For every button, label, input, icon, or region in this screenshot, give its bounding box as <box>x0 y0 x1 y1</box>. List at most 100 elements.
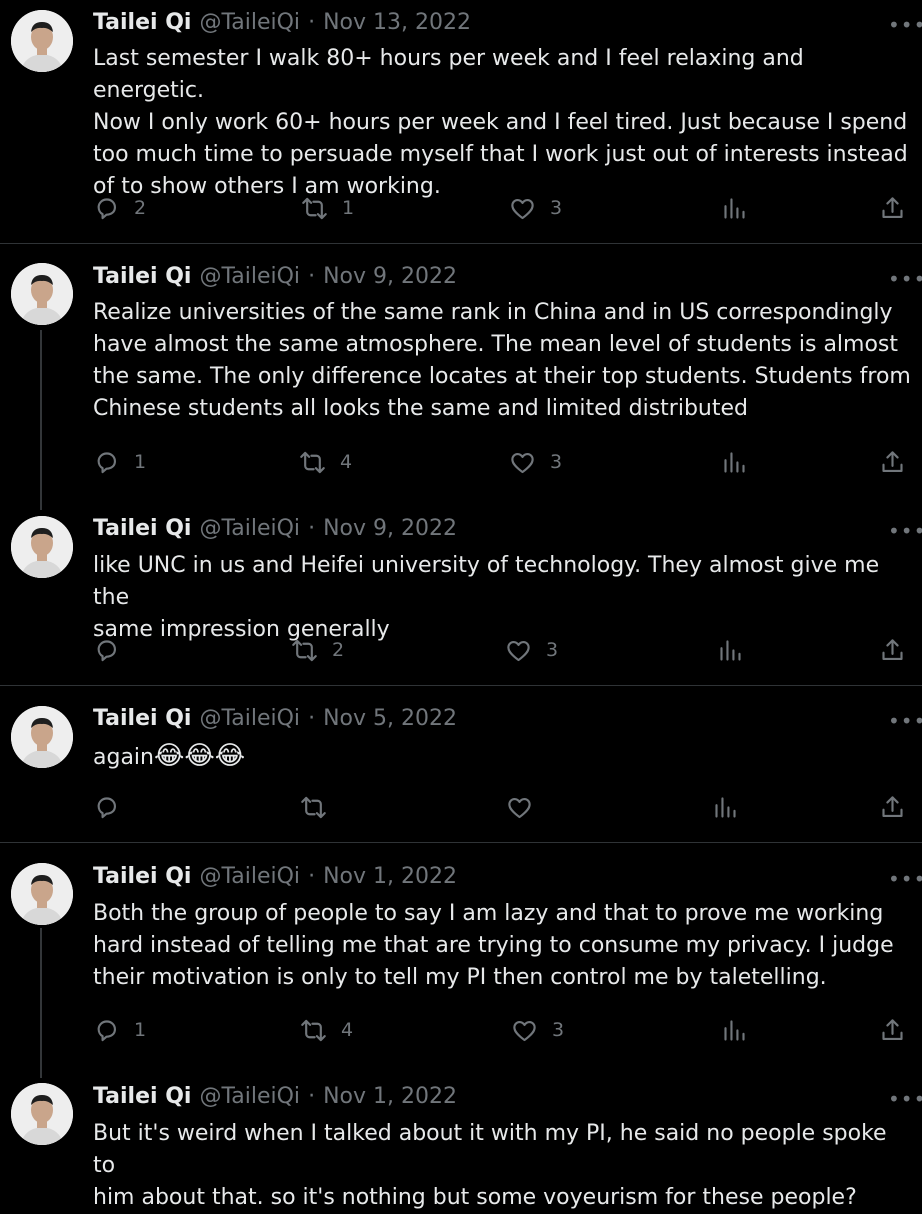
retweet-arrows-icon <box>300 451 325 473</box>
separator-dot: · <box>308 264 316 289</box>
avatar[interactable] <box>11 1083 73 1145</box>
avatar[interactable] <box>11 263 73 325</box>
thread-connector <box>40 330 42 510</box>
reply-button[interactable]: 1 <box>93 447 146 477</box>
bar-chart-icon <box>720 639 741 661</box>
display-name[interactable]: Tailei Qi <box>93 1084 191 1109</box>
reply-button[interactable] <box>93 792 134 822</box>
bar-chart-icon <box>724 197 745 219</box>
thread-connector <box>40 928 42 1078</box>
tweet-header: Tailei Qi @TaileiQi · Nov 5, 2022 <box>93 706 457 736</box>
reply-button[interactable] <box>93 635 134 665</box>
more-options-icon[interactable]: ••• <box>888 1089 922 1114</box>
action-bar <box>93 792 913 822</box>
tweet-header: Tailei Qi @TaileiQi · Nov 1, 2022 <box>93 1084 457 1114</box>
tweet-date[interactable]: Nov 1, 2022 <box>323 1084 457 1109</box>
avatar[interactable] <box>11 863 73 925</box>
separator-dot: · <box>308 516 316 541</box>
retweet-arrows-icon <box>302 197 327 219</box>
more-options-icon[interactable]: ••• <box>888 269 922 294</box>
tweet-header: Tailei Qi @TaileiQi · Nov 1, 2022 <box>93 864 457 894</box>
reply-button[interactable]: 1 <box>93 1015 146 1045</box>
tweet-divider <box>0 842 922 843</box>
retweet-count: 4 <box>340 451 353 473</box>
retweet-count: 4 <box>341 1019 354 1041</box>
share-upload-icon <box>882 450 903 472</box>
retweet-button[interactable]: 4 <box>300 1015 353 1045</box>
avatar-photo-icon <box>11 10 73 72</box>
retweet-button[interactable]: 4 <box>299 447 352 477</box>
more-options-icon[interactable]: ••• <box>888 15 922 40</box>
heart-icon <box>513 1020 536 1041</box>
avatar-photo-icon <box>11 1083 73 1145</box>
display-name[interactable]: Tailei Qi <box>93 264 191 289</box>
like-count: 3 <box>550 451 563 473</box>
share-button[interactable] <box>879 193 906 223</box>
user-handle[interactable]: @TaileiQi <box>199 516 300 541</box>
tweet-header: Tailei Qi @TaileiQi · Nov 13, 2022 <box>93 10 471 40</box>
tweet-date[interactable]: Nov 1, 2022 <box>323 864 457 889</box>
tweet-date[interactable]: Nov 9, 2022 <box>323 264 457 289</box>
views-button[interactable] <box>712 792 753 822</box>
views-button[interactable] <box>721 1015 762 1045</box>
retweet-count: 1 <box>342 197 355 219</box>
user-handle[interactable]: @TaileiQi <box>199 264 300 289</box>
display-name[interactable]: Tailei Qi <box>93 10 191 35</box>
speech-bubble-icon <box>97 796 117 818</box>
tweet-text: like UNC in us and Heifei university of … <box>93 553 880 642</box>
speech-bubble-icon <box>97 451 117 473</box>
retweet-button[interactable]: 1 <box>301 193 354 223</box>
share-button[interactable] <box>879 447 906 477</box>
heart-icon <box>511 198 534 219</box>
user-handle[interactable]: @TaileiQi <box>199 864 300 889</box>
heart-icon <box>508 797 531 818</box>
tweet-divider <box>0 243 922 244</box>
reply-count: 1 <box>134 451 147 473</box>
share-upload-icon <box>882 196 903 218</box>
user-handle[interactable]: @TaileiQi <box>199 706 300 731</box>
separator-dot: · <box>308 864 316 889</box>
more-options-icon[interactable]: ••• <box>888 521 922 546</box>
avatar[interactable] <box>11 10 73 72</box>
display-name[interactable]: Tailei Qi <box>93 706 191 731</box>
like-button[interactable]: 3 <box>509 447 562 477</box>
tweet-date[interactable]: Nov 13, 2022 <box>323 10 471 35</box>
views-button[interactable] <box>721 447 762 477</box>
tweet-divider <box>0 685 922 686</box>
retweet-button[interactable] <box>300 792 341 822</box>
retweet-arrows-icon <box>292 639 317 661</box>
action-bar: 1 4 3 <box>93 447 913 477</box>
like-button[interactable]: 3 <box>505 635 558 665</box>
like-button[interactable]: 3 <box>509 193 562 223</box>
avatar-photo-icon <box>11 263 73 325</box>
display-name[interactable]: Tailei Qi <box>93 864 191 889</box>
avatar[interactable] <box>11 516 73 578</box>
views-button[interactable] <box>717 635 758 665</box>
separator-dot: · <box>308 706 316 731</box>
avatar-photo-icon <box>11 706 73 768</box>
share-button[interactable] <box>879 635 906 665</box>
like-button[interactable] <box>506 792 547 822</box>
like-button[interactable]: 3 <box>511 1015 564 1045</box>
retweet-arrows-icon <box>301 1019 326 1041</box>
user-handle[interactable]: @TaileiQi <box>199 1084 300 1109</box>
retweet-arrows-icon <box>301 796 326 818</box>
speech-bubble-icon <box>97 197 117 219</box>
views-button[interactable] <box>721 193 762 223</box>
tweet-date[interactable]: Nov 5, 2022 <box>323 706 457 731</box>
display-name[interactable]: Tailei Qi <box>93 516 191 541</box>
user-handle[interactable]: @TaileiQi <box>199 10 300 35</box>
more-options-icon[interactable]: ••• <box>888 869 922 894</box>
share-button[interactable] <box>879 792 906 822</box>
tweet-text: But it's weird when I talked about it wi… <box>93 1121 887 1210</box>
tweet-date[interactable]: Nov 9, 2022 <box>323 516 457 541</box>
more-options-icon[interactable]: ••• <box>888 711 922 736</box>
separator-dot: · <box>308 10 316 35</box>
bar-chart-icon <box>715 796 736 818</box>
reply-count: 1 <box>134 1019 147 1041</box>
speech-bubble-icon <box>97 1019 117 1041</box>
retweet-button[interactable]: 2 <box>291 635 344 665</box>
reply-button[interactable]: 2 <box>93 193 146 223</box>
avatar[interactable] <box>11 706 73 768</box>
share-button[interactable] <box>879 1015 906 1045</box>
